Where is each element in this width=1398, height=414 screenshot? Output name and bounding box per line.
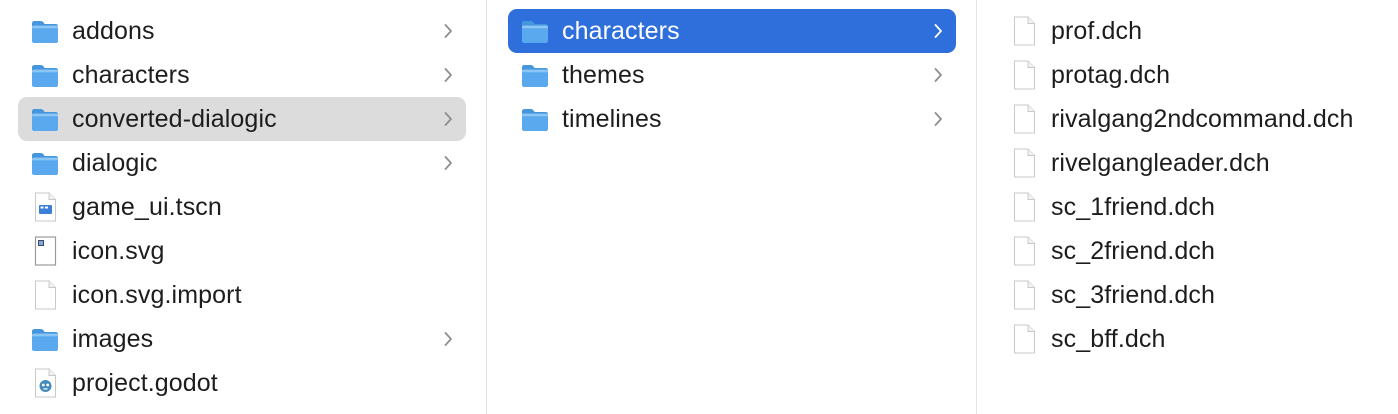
file-row-project-godot[interactable]: project.godot <box>18 361 466 405</box>
chevron-right-icon <box>430 141 466 185</box>
chevron-right-icon <box>430 9 466 53</box>
blank-file-icon <box>997 9 1051 53</box>
column-project-root[interactable]: addons characters converted-dialogic dia… <box>0 0 487 414</box>
blank-file-icon <box>18 273 72 317</box>
blank-file-icon <box>997 97 1051 141</box>
folder-row-characters[interactable]: characters <box>508 9 956 53</box>
folder-row-themes[interactable]: themes <box>508 53 956 97</box>
item-label: themes <box>562 60 645 89</box>
item-label: timelines <box>562 104 662 133</box>
file-row-game-ui-tscn[interactable]: game_ui.tscn <box>18 185 466 229</box>
item-label: images <box>72 324 154 353</box>
item-label: game_ui.tscn <box>72 192 222 221</box>
godot-file-icon <box>18 361 72 405</box>
item-label: sc_1friend.dch <box>1051 192 1215 221</box>
blank-file-icon <box>997 141 1051 185</box>
item-label: icon.svg.import <box>72 280 242 309</box>
folder-icon <box>18 53 72 97</box>
folder-icon <box>18 97 72 141</box>
item-label: sc_3friend.dch <box>1051 280 1215 309</box>
column-converted-dialogic[interactable]: characters themes timelines <box>487 0 977 414</box>
folder-row-characters[interactable]: characters <box>18 53 466 97</box>
file-row-rivelgangleader-dch[interactable]: rivelgangleader.dch <box>997 141 1398 185</box>
folder-icon <box>18 141 72 185</box>
folder-row-images[interactable]: images <box>18 317 466 361</box>
column-characters[interactable]: prof.dch protag.dch rivalgang2ndcommand.… <box>977 0 1398 414</box>
blank-file-icon <box>997 229 1051 273</box>
blank-file-icon <box>997 273 1051 317</box>
file-row-protag-dch[interactable]: protag.dch <box>997 53 1398 97</box>
folder-row-timelines[interactable]: timelines <box>508 97 956 141</box>
item-label: characters <box>562 16 680 45</box>
chevron-right-icon <box>920 9 956 53</box>
file-row-prof-dch[interactable]: prof.dch <box>997 9 1398 53</box>
item-label: sc_bff.dch <box>1051 324 1166 353</box>
item-label: icon.svg <box>72 236 165 265</box>
item-label: addons <box>72 16 155 45</box>
folder-icon <box>508 53 562 97</box>
folder-row-dialogic[interactable]: dialogic <box>18 141 466 185</box>
folder-icon <box>18 9 72 53</box>
file-row-sc-2friend-dch[interactable]: sc_2friend.dch <box>997 229 1398 273</box>
file-row-icon-svg-import[interactable]: icon.svg.import <box>18 273 466 317</box>
item-label: converted-dialogic <box>72 104 277 133</box>
item-label: prof.dch <box>1051 16 1143 45</box>
folder-row-converted-dialogic[interactable]: converted-dialogic <box>18 97 466 141</box>
file-row-sc-bff-dch[interactable]: sc_bff.dch <box>997 317 1398 361</box>
svg-file-icon <box>18 229 72 273</box>
file-row-sc-1friend-dch[interactable]: sc_1friend.dch <box>997 185 1398 229</box>
column-browser: addons characters converted-dialogic dia… <box>0 0 1398 414</box>
scene-file-icon <box>18 185 72 229</box>
chevron-right-icon <box>920 97 956 141</box>
folder-icon <box>18 317 72 361</box>
blank-file-icon <box>997 317 1051 361</box>
item-label: rivalgang2ndcommand.dch <box>1051 104 1354 133</box>
chevron-right-icon <box>430 97 466 141</box>
chevron-right-icon <box>430 317 466 361</box>
file-row-icon-svg[interactable]: icon.svg <box>18 229 466 273</box>
chevron-right-icon <box>920 53 956 97</box>
item-label: project.godot <box>72 368 218 397</box>
file-row-rivalgang2ndcommand-dch[interactable]: rivalgang2ndcommand.dch <box>997 97 1398 141</box>
folder-icon <box>508 97 562 141</box>
blank-file-icon <box>997 53 1051 97</box>
blank-file-icon <box>997 185 1051 229</box>
chevron-right-icon <box>430 53 466 97</box>
item-label: protag.dch <box>1051 60 1171 89</box>
folder-row-addons[interactable]: addons <box>18 9 466 53</box>
item-label: rivelgangleader.dch <box>1051 148 1270 177</box>
item-label: sc_2friend.dch <box>1051 236 1215 265</box>
item-label: characters <box>72 60 190 89</box>
file-row-sc-3friend-dch[interactable]: sc_3friend.dch <box>997 273 1398 317</box>
item-label: dialogic <box>72 148 158 177</box>
folder-icon <box>508 9 562 53</box>
